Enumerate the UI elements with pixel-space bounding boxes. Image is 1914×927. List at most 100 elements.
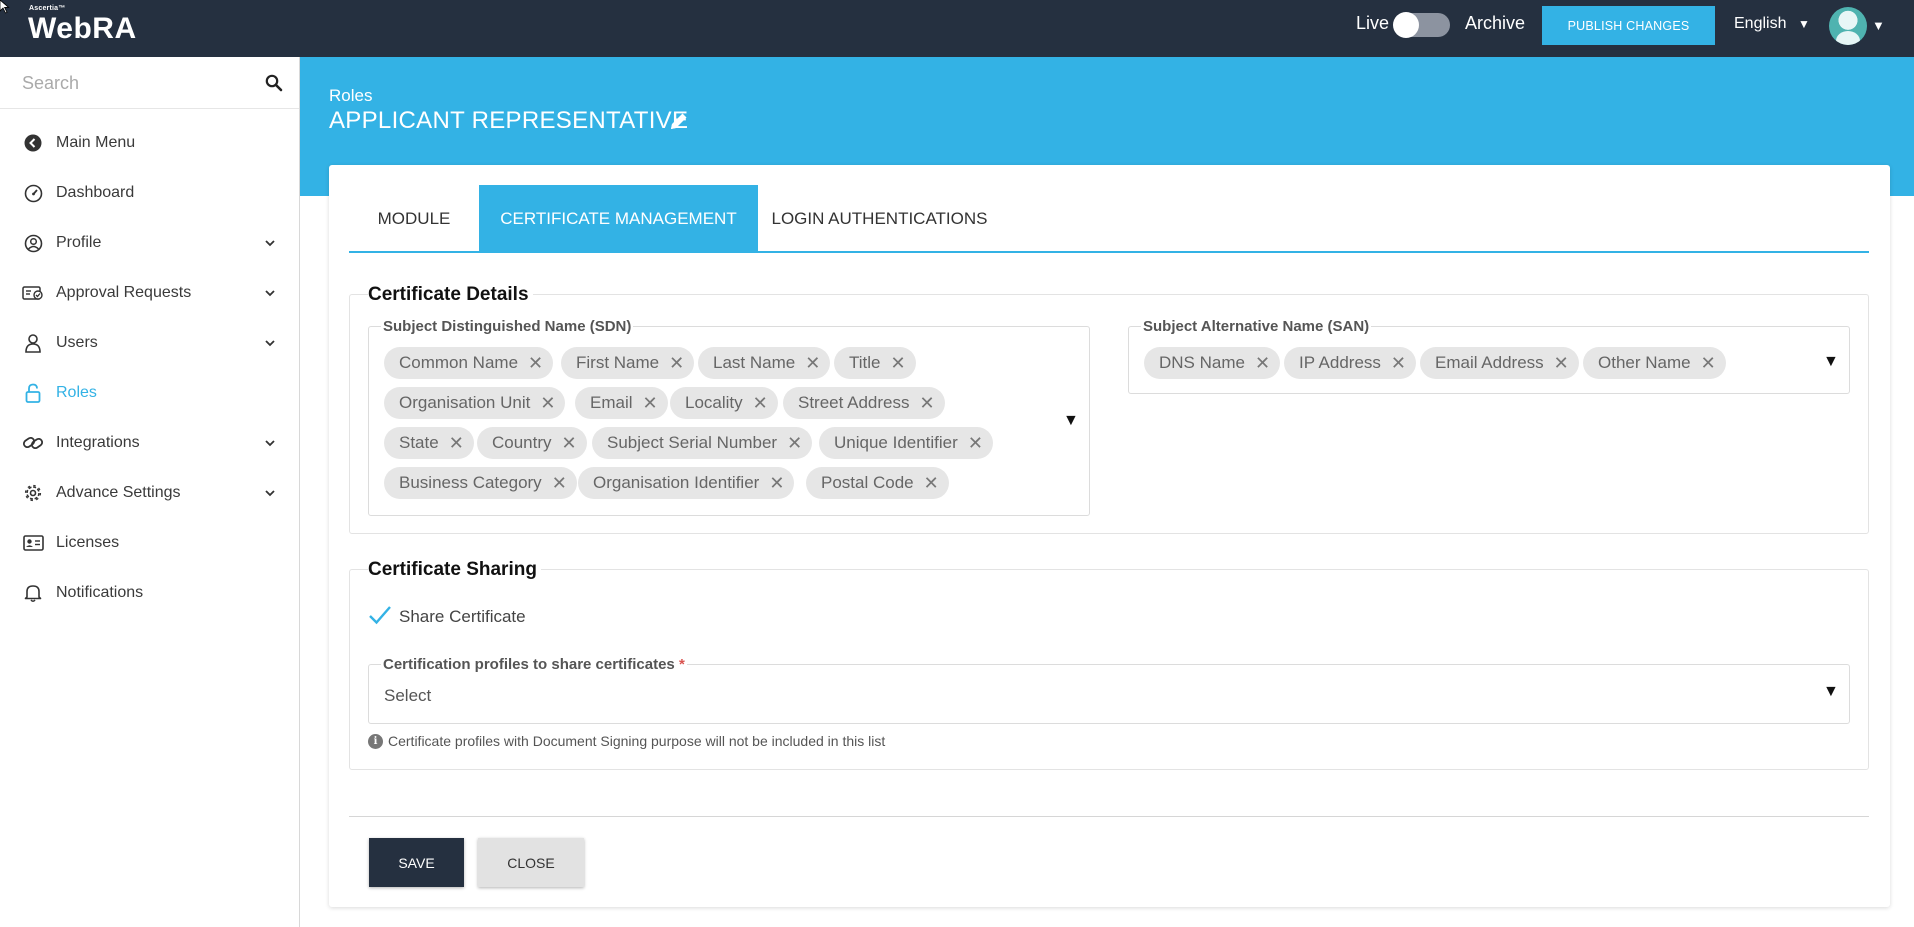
remove-chip-icon[interactable]: ✕ <box>924 473 939 494</box>
sdn-chip: Subject Serial Number ✕ <box>592 427 813 459</box>
search-icon[interactable] <box>265 74 283 92</box>
chip-label: Email <box>590 393 633 412</box>
sidebar-item-label: Main Menu <box>56 134 136 151</box>
avatar[interactable] <box>1829 7 1867 45</box>
certificate-details-legend: Certificate Details <box>368 284 533 306</box>
san-chip: IP Address ✕ <box>1284 347 1416 379</box>
dashboard-gauge-icon <box>22 182 44 204</box>
checkmark-icon[interactable] <box>368 604 392 626</box>
profiles-select-label: Certification profiles to share certific… <box>381 656 687 673</box>
chip-label: Subject Serial Number <box>607 433 778 452</box>
language-selector[interactable]: English <box>1734 15 1786 33</box>
mouse-pointer-icon <box>0 0 10 14</box>
chip-label: Street Address <box>798 393 910 412</box>
remove-chip-icon[interactable]: ✕ <box>528 353 543 374</box>
sdn-chip: Postal Code ✕ <box>806 467 949 499</box>
role-card <box>329 165 1890 907</box>
sidebar-item-roles[interactable]: Roles <box>0 373 299 413</box>
user-circle-icon <box>22 232 44 254</box>
sidebar-item-label: Roles <box>56 384 97 401</box>
sidebar-item-profile[interactable]: Profile <box>0 223 299 263</box>
remove-chip-icon[interactable]: ✕ <box>540 393 555 414</box>
remove-chip-icon[interactable]: ✕ <box>449 433 464 454</box>
search-box <box>0 57 299 109</box>
chip-label: Country <box>492 433 552 452</box>
sidebar-item-advance-settings[interactable]: Advance Settings <box>0 473 299 513</box>
chip-label: Common Name <box>399 353 519 372</box>
avatar-body <box>1836 31 1860 45</box>
sidebar-item-label: Advance Settings <box>56 484 181 501</box>
sidebar-item-integrations[interactable]: Integrations <box>0 423 299 463</box>
san-chip: Other Name ✕ <box>1583 347 1726 379</box>
sidebar-item-main-menu[interactable]: Main Menu <box>0 123 299 163</box>
sidebar-item-label: Licenses <box>56 534 120 551</box>
profiles-select-value[interactable]: Select <box>384 686 431 706</box>
users-icon <box>22 332 44 354</box>
live-archive-toggle[interactable] <box>1393 12 1450 38</box>
sdn-dropdown-caret-icon[interactable]: ▼ <box>1063 412 1079 430</box>
sidebar-item-label: Approval Requests <box>56 284 192 301</box>
bell-icon <box>22 582 44 604</box>
sidebar-item-notifications[interactable]: Notifications <box>0 573 299 613</box>
tab-module[interactable]: MODULE <box>349 185 479 252</box>
breadcrumb[interactable]: Roles <box>329 86 372 106</box>
remove-chip-icon[interactable]: ✕ <box>1701 353 1716 374</box>
share-certificate-label[interactable]: Share Certificate <box>399 607 526 627</box>
info-icon: i <box>368 734 383 749</box>
chip-label: Unique Identifier <box>834 433 958 452</box>
sidebar-item-label: Integrations <box>56 434 140 451</box>
remove-chip-icon[interactable]: ✕ <box>1255 353 1270 374</box>
chip-label: Last Name <box>713 353 796 372</box>
archive-label: Archive <box>1465 13 1526 33</box>
chevron-down-icon[interactable] <box>264 287 276 299</box>
pencil-edit-icon[interactable] <box>668 110 690 132</box>
remove-chip-icon[interactable]: ✕ <box>805 353 820 374</box>
toggle-knob <box>1393 12 1419 38</box>
sdn-chip: Unique Identifier ✕ <box>819 427 993 459</box>
remove-chip-icon[interactable]: ✕ <box>669 353 684 374</box>
brand-logo[interactable]: WebRA <box>28 12 137 46</box>
profiles-select[interactable] <box>368 664 1850 724</box>
profiles-dropdown-caret-icon[interactable]: ▼ <box>1823 683 1839 701</box>
remove-chip-icon[interactable]: ✕ <box>968 433 983 454</box>
remove-chip-icon[interactable]: ✕ <box>891 353 906 374</box>
sidebar-item-approval-requests[interactable]: Approval Requests <box>0 273 299 313</box>
remove-chip-icon[interactable]: ✕ <box>920 393 935 414</box>
sidebar-item-label: Profile <box>56 234 102 251</box>
remove-chip-icon[interactable]: ✕ <box>1391 353 1406 374</box>
sdn-chip: Last Name ✕ <box>698 347 831 379</box>
remove-chip-icon[interactable]: ✕ <box>552 473 567 494</box>
back-circle-icon <box>22 132 44 154</box>
sidebar-item-users[interactable]: Users <box>0 323 299 363</box>
san-dropdown-caret-icon[interactable]: ▼ <box>1823 353 1839 371</box>
search-input[interactable] <box>22 69 242 97</box>
chip-label: Organisation Unit <box>399 393 531 412</box>
chevron-down-icon[interactable] <box>264 237 276 249</box>
sidebar-item-licenses[interactable]: Licenses <box>0 523 299 563</box>
chevron-down-icon[interactable] <box>264 437 276 449</box>
sidebar-item-dashboard[interactable]: Dashboard <box>0 173 299 213</box>
chevron-down-icon[interactable] <box>264 337 276 349</box>
chip-label: State <box>399 433 439 452</box>
chevron-down-icon[interactable]: ▼ <box>1798 17 1810 31</box>
chip-label: Title <box>849 353 881 372</box>
certificate-sharing-legend: Certificate Sharing <box>368 559 541 581</box>
save-button[interactable]: SAVE <box>369 838 464 887</box>
remove-chip-icon[interactable]: ✕ <box>769 473 784 494</box>
remove-chip-icon[interactable]: ✕ <box>562 433 577 454</box>
chevron-down-icon[interactable]: ▼ <box>1872 18 1885 33</box>
publish-changes-button[interactable]: PUBLISH CHANGES <box>1542 6 1715 45</box>
close-button[interactable]: CLOSE <box>478 838 584 887</box>
san-label: Subject Alternative Name (SAN) <box>1141 318 1372 335</box>
profiles-label-text: Certification profiles to share certific… <box>383 656 675 673</box>
page-title: APPLICANT REPRESENTATIVE <box>329 107 689 134</box>
remove-chip-icon[interactable]: ✕ <box>643 393 658 414</box>
remove-chip-icon[interactable]: ✕ <box>787 433 802 454</box>
tab-login-authentications[interactable]: LOGIN AUTHENTICATIONS <box>758 185 1001 252</box>
sdn-chip: Email ✕ <box>575 387 668 419</box>
live-label: Live <box>1356 13 1390 33</box>
remove-chip-icon[interactable]: ✕ <box>753 393 768 414</box>
chevron-down-icon[interactable] <box>264 487 276 499</box>
tab-certificate-management[interactable]: CERTIFICATE MANAGEMENT <box>479 185 758 252</box>
remove-chip-icon[interactable]: ✕ <box>1554 353 1569 374</box>
